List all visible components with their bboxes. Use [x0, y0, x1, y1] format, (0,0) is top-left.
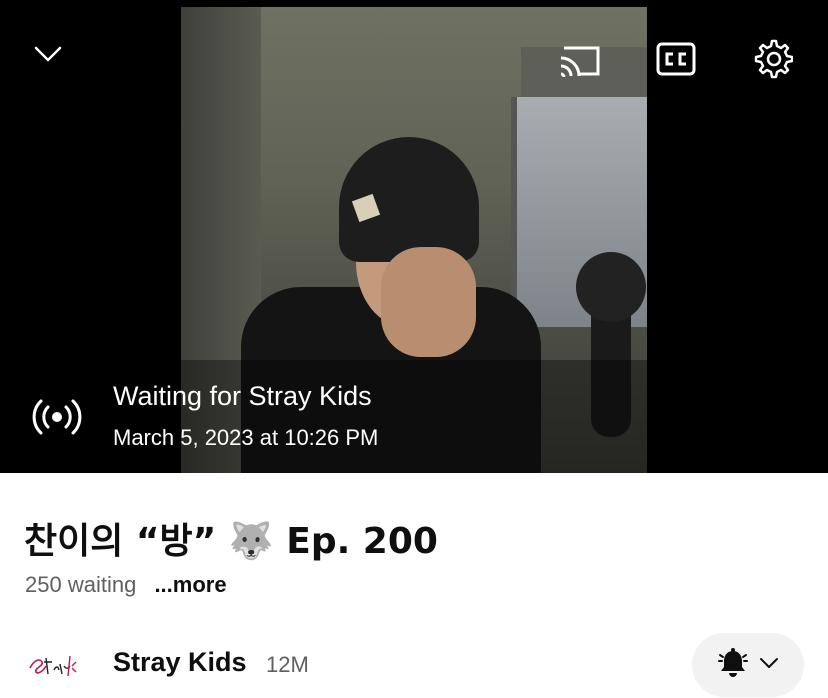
live-status-title: Waiting for Stray Kids — [113, 381, 372, 411]
cast-icon[interactable] — [558, 42, 602, 78]
gear-icon[interactable] — [751, 38, 794, 80]
thumbnail-microphone — [576, 252, 646, 322]
waiting-count: 250 waiting — [25, 572, 137, 597]
video-meta: 250 waiting ...more — [25, 572, 227, 598]
thumbnail-hand — [381, 247, 476, 357]
channel-name[interactable]: Stray Kids — [113, 647, 247, 678]
bell-icon — [717, 647, 749, 684]
chevron-down-icon — [759, 656, 779, 675]
video-player[interactable]: Waiting for Stray Kids March 5, 2023 at … — [0, 0, 828, 473]
thumbnail-overlay — [181, 360, 647, 473]
channel-row[interactable]: Stray Kids 12M — [0, 632, 828, 698]
live-scheduled-date: March 5, 2023 at 10:26 PM — [113, 425, 379, 450]
subscription-notification-button[interactable] — [692, 633, 804, 697]
channel-avatar[interactable] — [22, 638, 86, 690]
channel-logo — [29, 655, 77, 677]
chevron-down-icon[interactable] — [34, 42, 62, 66]
subscriber-count: 12M — [266, 652, 309, 677]
more-link[interactable]: ...more — [154, 572, 226, 597]
live-broadcast-icon — [32, 397, 82, 437]
closed-captions-icon[interactable] — [656, 42, 696, 76]
video-title: 찬이의 “방” 🐺 Ep. 200 — [24, 521, 438, 562]
